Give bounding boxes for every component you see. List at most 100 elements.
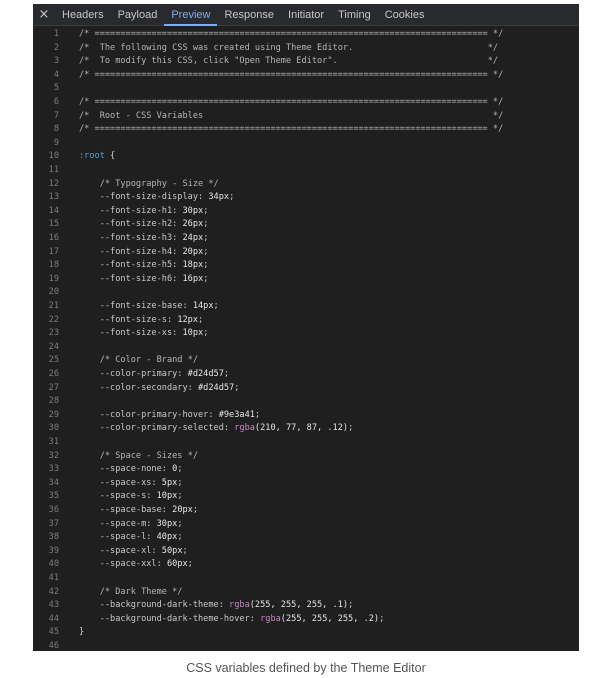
code-text: --background-dark-theme-hover: rgba(255,…: [79, 613, 385, 627]
token-num: 18px: [182, 260, 204, 271]
token-prop: --color-primary-hover:: [79, 409, 219, 420]
code-text: --space-l: 40px;: [79, 531, 183, 545]
code-line: 17 --font-size-h4: 20px;: [33, 246, 579, 260]
token-prop: ;: [177, 491, 183, 502]
token-num: 50px: [161, 545, 183, 556]
token-brace: {: [104, 151, 116, 162]
token-prop: ;: [177, 464, 183, 475]
code-text: --space-xl: 50px;: [79, 545, 188, 559]
code-line: 16 --font-size-h3: 24px;: [33, 232, 579, 246]
token-prop: --color-primary-selected:: [79, 423, 235, 434]
code-line: 34 --space-xs: 5px;: [33, 477, 579, 491]
token-prop: ;: [348, 423, 354, 434]
devtools-panel: × Headers Payload Preview Response Initiator…: [33, 4, 579, 651]
code-text: --font-size-h3: 24px;: [79, 232, 209, 246]
line-number: 22: [48, 314, 59, 325]
line-number: 39: [48, 545, 59, 556]
line-number: 28: [48, 396, 59, 407]
token-comment: /* =====================================…: [79, 124, 504, 135]
token-brace: }: [79, 627, 85, 638]
line-number: 9: [53, 137, 59, 148]
token-prop: --font-size-h6:: [79, 273, 183, 284]
line-number: 33: [48, 464, 59, 475]
code-line: 1 /* ====================================…: [33, 28, 579, 42]
code-line: 21 --font-size-base: 14px;: [33, 300, 579, 314]
tab-cookies[interactable]: Cookies: [378, 4, 432, 25]
tab-headers[interactable]: Headers: [55, 4, 111, 25]
code-text: --font-size-xs: 10px;: [79, 327, 209, 341]
code-text: --color-primary-hover: #9e3a41;: [79, 409, 260, 423]
token-num: 20px: [172, 505, 193, 515]
token-comment: /* To modify this CSS, click "Open Theme…: [79, 56, 499, 67]
line-number: 4: [53, 69, 59, 80]
code-text: /* To modify this CSS, click "Open Theme…: [79, 55, 498, 69]
token-prop: --font-size-display:: [79, 192, 209, 203]
token-prop: ;: [379, 613, 385, 624]
token-prop: ;: [203, 273, 209, 284]
code-text: --space-xs: 5px;: [79, 477, 183, 491]
code-text: --background-dark-theme: rgba(255, 255, …: [79, 599, 354, 613]
line-number: 41: [48, 573, 59, 583]
token-prop: ;: [203, 233, 209, 243]
line-number: 13: [48, 192, 59, 203]
token-prop: ;: [254, 409, 261, 420]
figure-caption: CSS variables defined by the Theme Edito…: [186, 661, 426, 675]
token-prop: --space-m:: [79, 518, 157, 529]
line-number: 3: [53, 56, 59, 67]
token-comment: /* The following CSS was created using T…: [79, 42, 499, 53]
token-prop: --font-size-h3:: [79, 233, 183, 243]
code-line: 23 --font-size-xs: 10px;: [33, 327, 579, 341]
code-line: 10 :root {: [33, 150, 579, 164]
code-line: 39 --space-xl: 50px;: [33, 545, 579, 559]
token-fn: rgba: [229, 600, 250, 611]
code-line: 22 --font-size-s: 12px;: [33, 314, 579, 328]
line-number: 45: [48, 627, 59, 638]
code-text: --color-primary: #d24d57;: [79, 368, 229, 382]
close-icon[interactable]: ×: [33, 4, 55, 25]
code-text: --font-size-h5: 18px;: [79, 259, 209, 273]
code-line: 19 --font-size-h6: 16px;: [33, 273, 579, 287]
tab-preview[interactable]: Preview: [164, 4, 218, 26]
line-number: 43: [48, 600, 59, 611]
tab-timing[interactable]: Timing: [331, 4, 378, 25]
line-number: 40: [48, 559, 59, 570]
token-prop: ;: [177, 518, 183, 529]
tab-payload[interactable]: Payload: [111, 4, 165, 25]
token-prop: --space-xs:: [79, 477, 162, 488]
code-text: /* =====================================…: [79, 123, 503, 137]
token-comment: /* =====================================…: [79, 97, 504, 107]
code-line: 35 --space-s: 10px;: [33, 490, 579, 504]
line-number: 14: [48, 205, 59, 216]
code-text: --space-base: 20px;: [79, 504, 198, 518]
token-prop: ;: [203, 246, 209, 257]
token-prop: --font-size-s:: [79, 314, 178, 325]
token-fn: rgba: [234, 423, 255, 434]
token-comment: /* Space - Sizes */: [79, 450, 198, 461]
token-selector: :root: [79, 151, 105, 162]
code-text: --font-size-s: 12px;: [79, 314, 204, 328]
line-number: 5: [53, 83, 59, 94]
code-line: 45}: [33, 626, 579, 640]
code-line: 44 --background-dark-theme-hover: rgba(2…: [33, 613, 579, 627]
code-line: 8 /* ====================================…: [33, 123, 579, 137]
code-line: 12 /* Typography - Size */: [33, 178, 579, 192]
code-line: 5: [33, 82, 579, 96]
line-number: 11: [48, 165, 59, 175]
line-number: 44: [48, 613, 59, 624]
line-number: 42: [48, 586, 59, 597]
tab-response[interactable]: Response: [217, 4, 281, 25]
code-line: 13 --font-size-display: 34px;: [33, 191, 579, 205]
code-line: 25 /* Color - Brand */: [33, 354, 579, 368]
line-number: 37: [48, 518, 59, 529]
token-prop: --font-size-base:: [79, 301, 193, 311]
line-number: 18: [48, 260, 59, 271]
code-preview[interactable]: 1 /* ====================================…: [33, 27, 579, 651]
line-number: 27: [48, 382, 59, 393]
line-number: 10: [48, 151, 59, 162]
code-text: /* Root - CSS Variables */: [79, 110, 503, 124]
code-text: /* =====================================…: [79, 96, 503, 110]
line-number: 21: [48, 301, 59, 311]
tab-initiator[interactable]: Initiator: [281, 4, 331, 25]
code-line: 20: [33, 286, 579, 300]
token-prop: --background-dark-theme:: [79, 600, 230, 611]
